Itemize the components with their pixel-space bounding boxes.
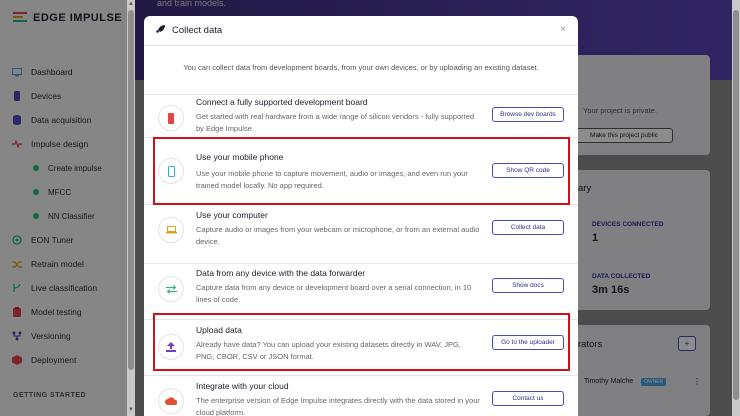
option-desc: Get started with real hardware from a wi… [196, 112, 475, 133]
page-scrollbar-thumb[interactable] [733, 10, 739, 400]
scroll-down-icon[interactable]: ▼ [127, 406, 135, 414]
collect-data-button[interactable]: Collect data [492, 220, 564, 235]
modal-intro: You can collect data from development bo… [183, 63, 539, 72]
laptop-icon [158, 217, 184, 243]
option-title: Use your computer [196, 210, 268, 220]
forward-icon [158, 276, 184, 302]
option-cloud: Integrate with your cloud The enterprise… [144, 375, 578, 416]
devboard-icon [158, 105, 184, 131]
rocket-icon [156, 24, 168, 37]
option-desc: Capture audio or images from your webcam… [196, 225, 480, 246]
option-desc: The enterprise version of Edge Impulse i… [196, 396, 480, 416]
modal-title: Collect data [172, 25, 223, 36]
option-desc: Capture data from any device or developm… [196, 283, 472, 304]
contact-us-button[interactable]: Contact us [492, 391, 564, 406]
show-docs-button[interactable]: Show docs [492, 278, 564, 293]
highlight-box-mobile-phone [153, 137, 570, 205]
browse-dev-boards-button[interactable]: Browse dev boards [492, 107, 564, 122]
option-title: Data from any device with the data forwa… [196, 268, 366, 278]
modal-header: Collect data × [144, 16, 578, 46]
option-title: Integrate with your cloud [196, 381, 289, 391]
scrollbar-thumb[interactable] [128, 10, 134, 370]
highlight-box-upload-data [153, 313, 570, 371]
option-title: Connect a fully supported development bo… [196, 97, 368, 107]
scroll-up-icon[interactable]: ▲ [127, 0, 135, 8]
option-computer: Use your computer Capture audio or image… [144, 204, 578, 266]
close-icon[interactable]: × [560, 24, 566, 35]
cloud-icon [158, 388, 184, 414]
